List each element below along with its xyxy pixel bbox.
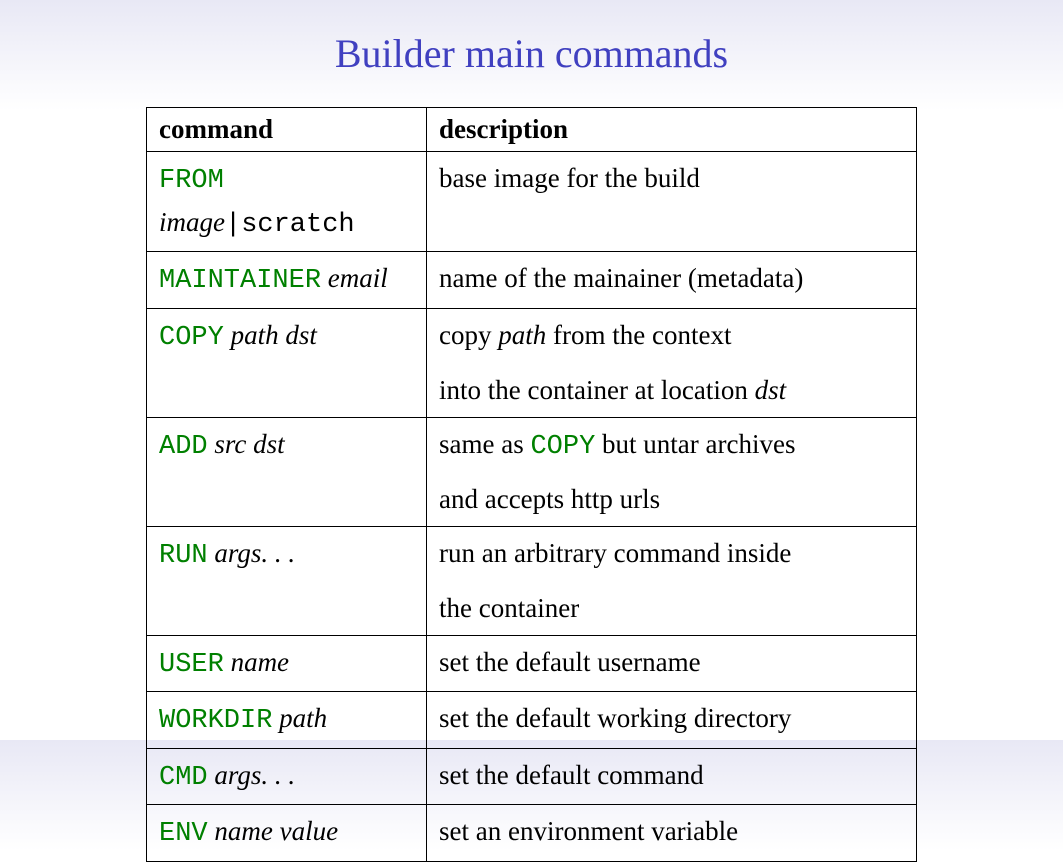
cell-command bbox=[147, 473, 427, 526]
table-row: and accepts http urls bbox=[147, 473, 917, 526]
argument: image bbox=[159, 207, 225, 237]
table-row: ADD src dst same as COPY but untar archi… bbox=[147, 417, 917, 473]
cell-command: USER name bbox=[147, 635, 427, 692]
desc-text: but untar archives bbox=[595, 429, 795, 459]
cell-description: copy path from the context bbox=[427, 308, 917, 364]
cell-description: into the container at location dst bbox=[427, 364, 917, 417]
keyword: MAINTAINER bbox=[159, 266, 321, 296]
keyword: ENV bbox=[159, 819, 208, 849]
desc-text: copy bbox=[439, 320, 498, 350]
literal: scratch bbox=[241, 210, 354, 240]
slide-title: Builder main commands bbox=[50, 30, 1013, 77]
table-row: CMD args. . . set the default command bbox=[147, 748, 917, 805]
desc-arg: path bbox=[498, 320, 546, 350]
cell-description: set an environment variable bbox=[427, 805, 917, 862]
cell-command: ADD src dst bbox=[147, 417, 427, 473]
table-row: USER name set the default username bbox=[147, 635, 917, 692]
desc-text: from the context bbox=[546, 320, 731, 350]
table-row: into the container at location dst bbox=[147, 364, 917, 417]
cell-description: same as COPY but untar archives bbox=[427, 417, 917, 473]
header-description: description bbox=[427, 108, 917, 152]
desc-arg: dst bbox=[755, 375, 787, 405]
cell-description: the container bbox=[427, 582, 917, 635]
argument: args. . . bbox=[214, 538, 295, 568]
cell-description: and accepts http urls bbox=[427, 473, 917, 526]
keyword-inline: COPY bbox=[530, 432, 595, 462]
cell-command: CMD args. . . bbox=[147, 748, 427, 805]
argument: name bbox=[231, 647, 289, 677]
cell-description: set the default username bbox=[427, 635, 917, 692]
argument: args. . . bbox=[214, 760, 295, 790]
cell-command: MAINTAINER email bbox=[147, 252, 427, 309]
table-row: MAINTAINER email name of the mainainer (… bbox=[147, 252, 917, 309]
argument: src dst bbox=[214, 429, 284, 459]
argument: name value bbox=[214, 816, 338, 846]
cell-command bbox=[147, 582, 427, 635]
keyword: RUN bbox=[159, 541, 208, 571]
argument: path bbox=[279, 703, 327, 733]
keyword: COPY bbox=[159, 323, 224, 353]
table-row: ENV name value set an environment variab… bbox=[147, 805, 917, 862]
cell-command: ENV name value bbox=[147, 805, 427, 862]
cell-command: RUN args. . . bbox=[147, 526, 427, 582]
table-row: the container bbox=[147, 582, 917, 635]
keyword: CMD bbox=[159, 763, 208, 793]
cell-description: run an arbitrary command inside bbox=[427, 526, 917, 582]
table-header-row: command description bbox=[147, 108, 917, 152]
table-row: RUN args. . . run an arbitrary command i… bbox=[147, 526, 917, 582]
cell-command: COPY path dst bbox=[147, 308, 427, 364]
desc-text: same as bbox=[439, 429, 530, 459]
cell-description: name of the mainainer (metadata) bbox=[427, 252, 917, 309]
keyword: WORKDIR bbox=[159, 706, 272, 736]
cell-description: set the default command bbox=[427, 748, 917, 805]
keyword: ADD bbox=[159, 432, 208, 462]
cell-command bbox=[147, 364, 427, 417]
desc-text: into the container at location bbox=[439, 375, 755, 405]
table-row: COPY path dst copy path from the context bbox=[147, 308, 917, 364]
cell-description: base image for the build bbox=[427, 152, 917, 252]
table-row: FROM image|scratch base image for the bu… bbox=[147, 152, 917, 252]
cell-command: FROM image|scratch bbox=[147, 152, 427, 252]
argument: email bbox=[328, 263, 388, 293]
commands-table: command description FROM image|scratch b… bbox=[146, 107, 917, 862]
header-command: command bbox=[147, 108, 427, 152]
keyword: USER bbox=[159, 650, 224, 680]
keyword: FROM bbox=[159, 166, 224, 196]
argument: path dst bbox=[231, 320, 317, 350]
pipe-separator: | bbox=[225, 210, 241, 240]
